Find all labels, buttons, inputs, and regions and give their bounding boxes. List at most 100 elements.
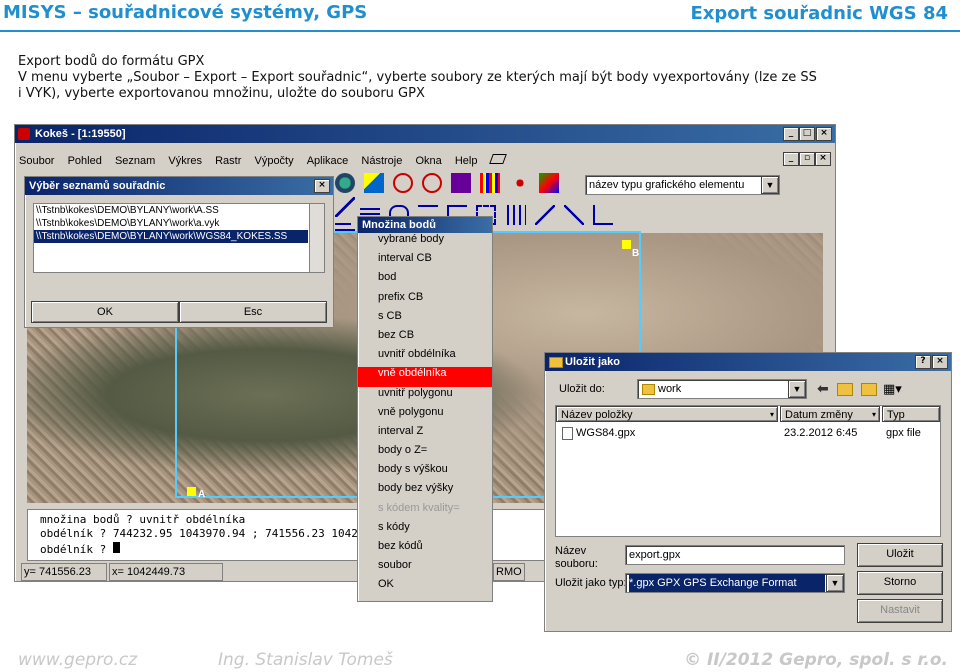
menu-nastroje[interactable]: Nástroje bbox=[361, 155, 402, 167]
main-window-title: Kokeš - [1:19550] bbox=[35, 128, 126, 140]
col-header-name[interactable]: Název položky ▾ bbox=[556, 406, 778, 422]
child-close-icon[interactable]: × bbox=[815, 152, 831, 166]
menu-pohled[interactable]: Pohled bbox=[68, 155, 102, 167]
file-name: WGS84.gpx bbox=[576, 427, 636, 439]
list-dialog-close-icon[interactable]: × bbox=[314, 179, 330, 193]
point-set-menu-item[interactable]: vně obdélníka bbox=[358, 367, 492, 387]
maximize-icon[interactable]: □ bbox=[799, 127, 815, 141]
lasso-icon[interactable] bbox=[393, 173, 414, 193]
menu-aplikace[interactable]: Aplikace bbox=[307, 155, 349, 167]
desc-line-1: Export bodů do formátu GPX bbox=[18, 54, 205, 69]
file-list-item[interactable]: \\Tstnb\kokes\DEMO\BYLANY\work\A.SS bbox=[34, 204, 324, 217]
corner-icon[interactable] bbox=[592, 205, 613, 225]
help-icon[interactable]: ? bbox=[915, 355, 931, 369]
pin-icon[interactable] bbox=[364, 173, 385, 193]
menu-okna[interactable]: Okna bbox=[415, 155, 441, 167]
list-scrollbar[interactable] bbox=[309, 204, 324, 272]
file-list[interactable]: \\Tstnb\kokes\DEMO\BYLANY\work\A.SS \\Ts… bbox=[33, 203, 325, 273]
cancel-button[interactable]: Storno bbox=[857, 571, 943, 595]
list-dialog-title-bar: Výběr seznamů souřadnic × bbox=[25, 177, 333, 195]
eraser-icon[interactable] bbox=[488, 154, 507, 164]
child-minimize-icon[interactable]: _ bbox=[783, 152, 799, 166]
file-list-item[interactable]: \\Tstnb\kokes\DEMO\BYLANY\work\a.vyk bbox=[34, 217, 324, 230]
point-set-menu-item[interactable]: s CB bbox=[358, 310, 492, 329]
file-row[interactable]: WGS84.gpx 23.2.2012 6:45 gpx file bbox=[556, 425, 940, 441]
file-browser[interactable]: Název položky ▾ Datum změny ▾ Typ WGS84.gp… bbox=[555, 405, 941, 537]
point-set-menu-item[interactable]: s kódy bbox=[358, 521, 492, 540]
point-b-label: B bbox=[632, 248, 640, 259]
status-y: y= 741556.23 bbox=[21, 563, 107, 581]
dots-icon[interactable] bbox=[480, 173, 501, 193]
save-in-combo[interactable]: work ▼ bbox=[637, 379, 807, 399]
point-set-menu-item[interactable]: prefix CB bbox=[358, 291, 492, 310]
element-type-combo[interactable]: název typu grafického elementu ▼ bbox=[585, 175, 780, 195]
point-set-menu-item[interactable]: OK bbox=[358, 578, 492, 597]
status-mode: RMO bbox=[493, 563, 525, 581]
angle-icon[interactable] bbox=[563, 205, 584, 225]
slide-title-right: Export souřadnic WGS 84 bbox=[690, 3, 948, 24]
snap-icon[interactable] bbox=[335, 203, 351, 225]
point-set-menu-item[interactable]: interval CB bbox=[358, 252, 492, 271]
point-set-menu-item[interactable]: bod bbox=[358, 271, 492, 290]
up-folder-icon[interactable] bbox=[837, 383, 853, 396]
back-icon[interactable]: ⬅ bbox=[817, 381, 829, 397]
point-set-menu-list: vybrané body interval CB bod prefix CB s CB b… bbox=[358, 233, 492, 598]
esc-button[interactable]: Esc bbox=[179, 301, 327, 323]
desc-line-3: i VYK), vyberte exportovanou množinu, ul… bbox=[18, 86, 425, 101]
save-dialog-title-bar: Uložit jako ? × bbox=[545, 353, 951, 371]
child-restore-icon[interactable]: ▫ bbox=[799, 152, 815, 166]
menu-vykres[interactable]: Výkres bbox=[168, 155, 202, 167]
chevron-down-icon[interactable]: ▼ bbox=[788, 380, 806, 398]
filename-input[interactable]: export.gpx bbox=[625, 545, 845, 565]
filename-label-line2: souboru: bbox=[555, 558, 598, 570]
menu-soubor[interactable]: Soubor bbox=[19, 155, 54, 167]
header-divider bbox=[0, 30, 960, 32]
point-set-menu-item[interactable]: uvnitř polygonu bbox=[358, 387, 492, 406]
app-icon bbox=[18, 128, 30, 140]
new-folder-icon[interactable] bbox=[861, 383, 877, 396]
toolbar-row-1 bbox=[335, 173, 585, 217]
footer-website: www.gepro.cz bbox=[18, 650, 138, 670]
view-menu-icon[interactable]: ▦▾ bbox=[883, 382, 902, 397]
points-icon[interactable] bbox=[509, 173, 530, 193]
menu-bar: Soubor Pohled Seznam Výkres Rastr Výpočt… bbox=[19, 149, 824, 167]
globe-icon[interactable] bbox=[335, 173, 355, 193]
arrows-icon[interactable] bbox=[505, 205, 526, 225]
refresh-icon[interactable] bbox=[422, 173, 443, 193]
point-set-menu-item[interactable]: bez kódů bbox=[358, 540, 492, 559]
menu-help[interactable]: Help bbox=[455, 155, 478, 167]
chevron-down-icon[interactable]: ▼ bbox=[761, 176, 779, 194]
point-set-menu-title: Množina bodů bbox=[362, 219, 436, 231]
file-list-item-selected[interactable]: \\Tstnb\kokes\DEMO\BYLANY\work\WGS84_KOK… bbox=[34, 230, 308, 243]
point-set-menu-item[interactable]: body o Z= bbox=[358, 444, 492, 463]
point-set-menu-item[interactable]: bez CB bbox=[358, 329, 492, 348]
chevron-down-icon[interactable]: ▼ bbox=[826, 574, 844, 592]
point-set-menu-item[interactable]: vybrané body bbox=[358, 233, 492, 252]
col-type-label: Typ bbox=[887, 409, 905, 421]
save-as-type-combo[interactable]: *.gpx GPX GPS Exchange Format ▼ bbox=[625, 573, 845, 593]
menu-vypocty[interactable]: Výpočty bbox=[254, 155, 293, 167]
point-set-menu-item[interactable]: body bez výšky bbox=[358, 482, 492, 501]
col-header-type[interactable]: Typ bbox=[882, 406, 940, 422]
save-dialog-close-icon[interactable]: × bbox=[932, 355, 948, 369]
menu-rastr[interactable]: Rastr bbox=[215, 155, 241, 167]
save-as-type-label: Uložit jako typ: bbox=[555, 577, 627, 589]
point-set-menu-item[interactable]: s kódem kvality= bbox=[358, 502, 492, 521]
menu-seznam[interactable]: Seznam bbox=[115, 155, 155, 167]
minimize-icon[interactable]: _ bbox=[783, 127, 799, 141]
ok-button[interactable]: OK bbox=[31, 301, 179, 323]
list-dialog-title: Výběr seznamů souřadnic bbox=[29, 180, 166, 192]
col-header-date[interactable]: Datum změny ▾ bbox=[780, 406, 880, 422]
point-set-menu-item[interactable]: uvnitř obdélníka bbox=[358, 348, 492, 367]
filename-label-line1: Název bbox=[555, 545, 587, 557]
palette-icon[interactable] bbox=[538, 173, 559, 193]
save-button[interactable]: Uložit bbox=[857, 543, 943, 567]
point-set-menu-item[interactable]: vně polygonu bbox=[358, 406, 492, 425]
slant-line-icon[interactable] bbox=[534, 205, 555, 225]
grid-tool-icon[interactable] bbox=[451, 173, 472, 193]
point-set-menu-item[interactable]: soubor bbox=[358, 559, 492, 578]
setup-button[interactable]: Nastavit bbox=[857, 599, 943, 623]
point-set-menu-item[interactable]: body s výškou bbox=[358, 463, 492, 482]
close-icon[interactable]: × bbox=[816, 127, 832, 141]
point-set-menu-item[interactable]: interval Z bbox=[358, 425, 492, 444]
